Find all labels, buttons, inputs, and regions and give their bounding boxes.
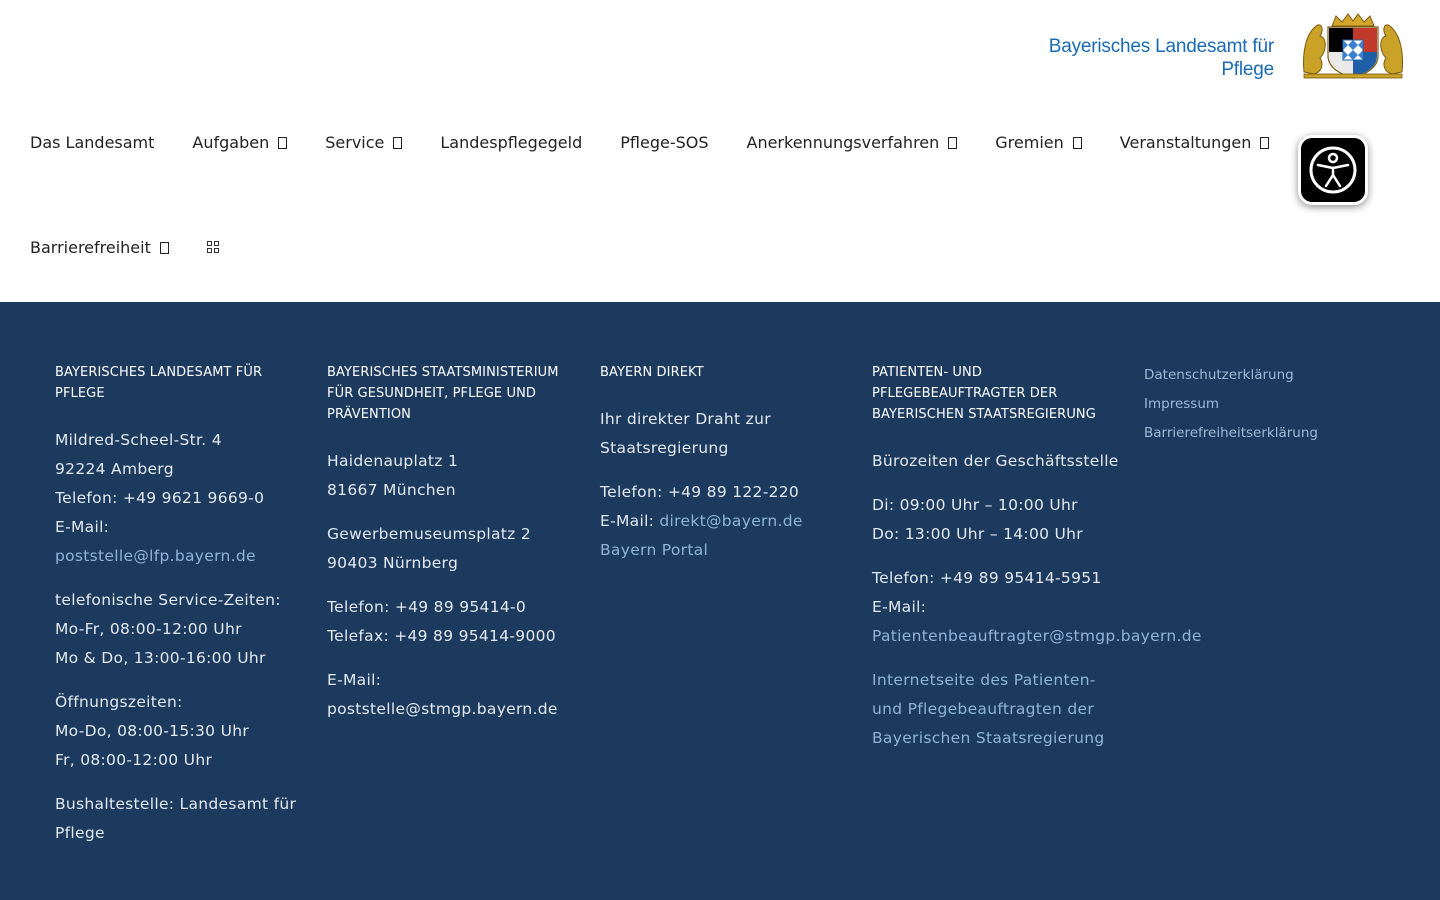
email-link[interactable]: poststelle@lfp.bayern.de [55,547,256,565]
office-hours-label: Bürozeiten der Geschäftsstelle [872,452,1119,470]
service-hours-1: Mo-Fr, 08:00-12:00 Uhr [55,620,242,638]
footer-legal-links: Datenschutzerklärung Impressum Barrieref… [1144,361,1394,448]
nav-item-gremien[interactable]: Gremien [995,131,1082,153]
footer-heading: BAYERISCHES LANDESAMT FÜR PFLEGE [55,365,263,401]
city: 81667 München [327,481,456,499]
city: 90403 Nürnberg [327,554,459,572]
dropdown-toggle-icon[interactable] [1072,137,1082,149]
city: 92224 Amberg [55,460,174,478]
accessibility-statement-link[interactable]: Barrierefreiheitserklärung [1144,419,1394,448]
street: Haidenauplatz 1 [327,452,459,470]
dropdown-toggle-icon[interactable] [159,242,169,254]
email-label: E-Mail: [600,512,660,530]
office-hours-2: Do: 13:00 Uhr – 14:00 Uhr [872,525,1083,543]
dropdown-toggle-icon[interactable] [948,137,958,149]
accessibility-button[interactable] [1298,135,1368,205]
nav-item-pflege-sos[interactable]: Pflege-SOS [620,131,708,153]
accessibility-person-icon[interactable] [1307,144,1359,196]
fax: Telefax: +49 89 95414-9000 [327,627,556,645]
nav-label[interactable]: Landespflegegeld [440,133,582,152]
intro-text: Ihr direkter Draht zur Staatsregierung [600,410,771,457]
dropdown-toggle-icon[interactable] [1260,137,1270,149]
footer-column-patientenbeauftragter: PATIENTEN- UND PFLEGEBEAUFTRAGTER DER BA… [872,362,1201,753]
nav-label[interactable]: Aufgaben [192,133,269,152]
bus-stop: Bushaltestelle: Landesamt für Pflege [55,795,297,842]
nav-item-service[interactable]: Service [325,131,403,153]
email-link[interactable]: direkt@bayern.de [659,512,802,530]
nav-label[interactable]: Veranstaltungen [1120,133,1252,152]
footer-heading: PATIENTEN- UND PFLEGEBEAUFTRAGTER DER BA… [872,365,1096,422]
site-header: Bayerisches Landesamt für Pflege Das Lan… [0,0,1440,302]
site-logo-text[interactable]: Bayerisches Landesamt für Pflege [1049,35,1274,81]
service-label: telefonische Service-Zeiten: [55,591,281,609]
nav-item-barrierefreiheit[interactable]: Barrierefreiheit [30,236,169,258]
bayern-portal-link[interactable]: Bayern Portal [600,541,708,559]
nav-label[interactable]: Gremien [995,133,1063,152]
nav-label[interactable]: Barrierefreiheit [30,238,151,257]
email-label: E-Mail: [55,518,110,536]
opening-label: Öffnungszeiten: [55,693,183,711]
imprint-link[interactable]: Impressum [1144,390,1394,419]
email-link[interactable]: Patientenbeauftragter@stmgp.bayern.de [872,627,1202,645]
site-footer: BAYERISCHES LANDESAMT FÜR PFLEGE Mildred… [0,302,1440,900]
phone: Telefon: +49 89 95414-5951 [872,569,1102,587]
nav-item-das-landesamt[interactable]: Das Landesamt [30,131,154,153]
service-hours-2: Mo & Do, 13:00-16:00 Uhr [55,649,266,667]
logo-line-2[interactable]: Pflege [1049,58,1274,81]
footer-column-landesamt: BAYERISCHES LANDESAMT FÜR PFLEGE Mildred… [55,362,305,848]
footer-heading: BAYERISCHES STAATSMINISTERIUM FÜR GESUND… [327,365,559,422]
nav-label[interactable]: Pflege-SOS [620,133,708,152]
opening-hours-1: Mo-Do, 08:00-15:30 Uhr [55,722,250,740]
website-link[interactable]: Internetseite des Patienten- und Pflegeb… [872,671,1105,747]
logo-line-1[interactable]: Bayerisches Landesamt für [1049,35,1274,58]
footer-heading: BAYERN DIREKT [600,365,704,380]
footer-column-ministerium: BAYERISCHES STAATSMINISTERIUM FÜR GESUND… [327,362,577,724]
grid-menu-icon[interactable] [206,241,219,253]
phone: Telefon: +49 9621 9669-0 [55,489,265,507]
email-label: E-Mail: [327,671,382,689]
email-label: E-Mail: [872,598,927,616]
phone: Telefon: +49 89 95414-0 [327,598,527,616]
dropdown-toggle-icon[interactable] [278,137,288,149]
nav-label[interactable]: Service [325,133,384,152]
nav-item-veranstaltungen[interactable]: Veranstaltungen [1120,131,1270,153]
main-nav-row-1: Das Landesamt Aufgaben Service Landespfl… [30,131,1270,153]
email-text: poststelle@stmgp.bayern.de [327,700,558,718]
nav-item-anerkennungsverfahren[interactable]: Anerkennungsverfahren [747,131,958,153]
phone: Telefon: +49 89 122-220 [600,483,800,501]
privacy-link[interactable]: Datenschutzerklärung [1144,361,1394,390]
dropdown-toggle-icon[interactable] [393,137,403,149]
opening-hours-2: Fr, 08:00-12:00 Uhr [55,751,213,769]
bavarian-coat-of-arms-icon[interactable] [1298,12,1408,80]
nav-label[interactable]: Anerkennungsverfahren [747,133,940,152]
street: Mildred-Scheel-Str. 4 [55,431,222,449]
nav-item-aufgaben[interactable]: Aufgaben [192,131,288,153]
office-hours-1: Di: 09:00 Uhr – 10:00 Uhr [872,496,1078,514]
nav-item-landespflegegeld[interactable]: Landespflegegeld [440,131,582,153]
footer-column-bayern-direkt: BAYERN DIREKT Ihr direkter Draht zur Sta… [600,362,850,565]
street: Gewerbemuseumsplatz 2 [327,525,531,543]
nav-label[interactable]: Das Landesamt [30,133,154,152]
main-nav-row-2: Barrierefreiheit [30,236,219,258]
